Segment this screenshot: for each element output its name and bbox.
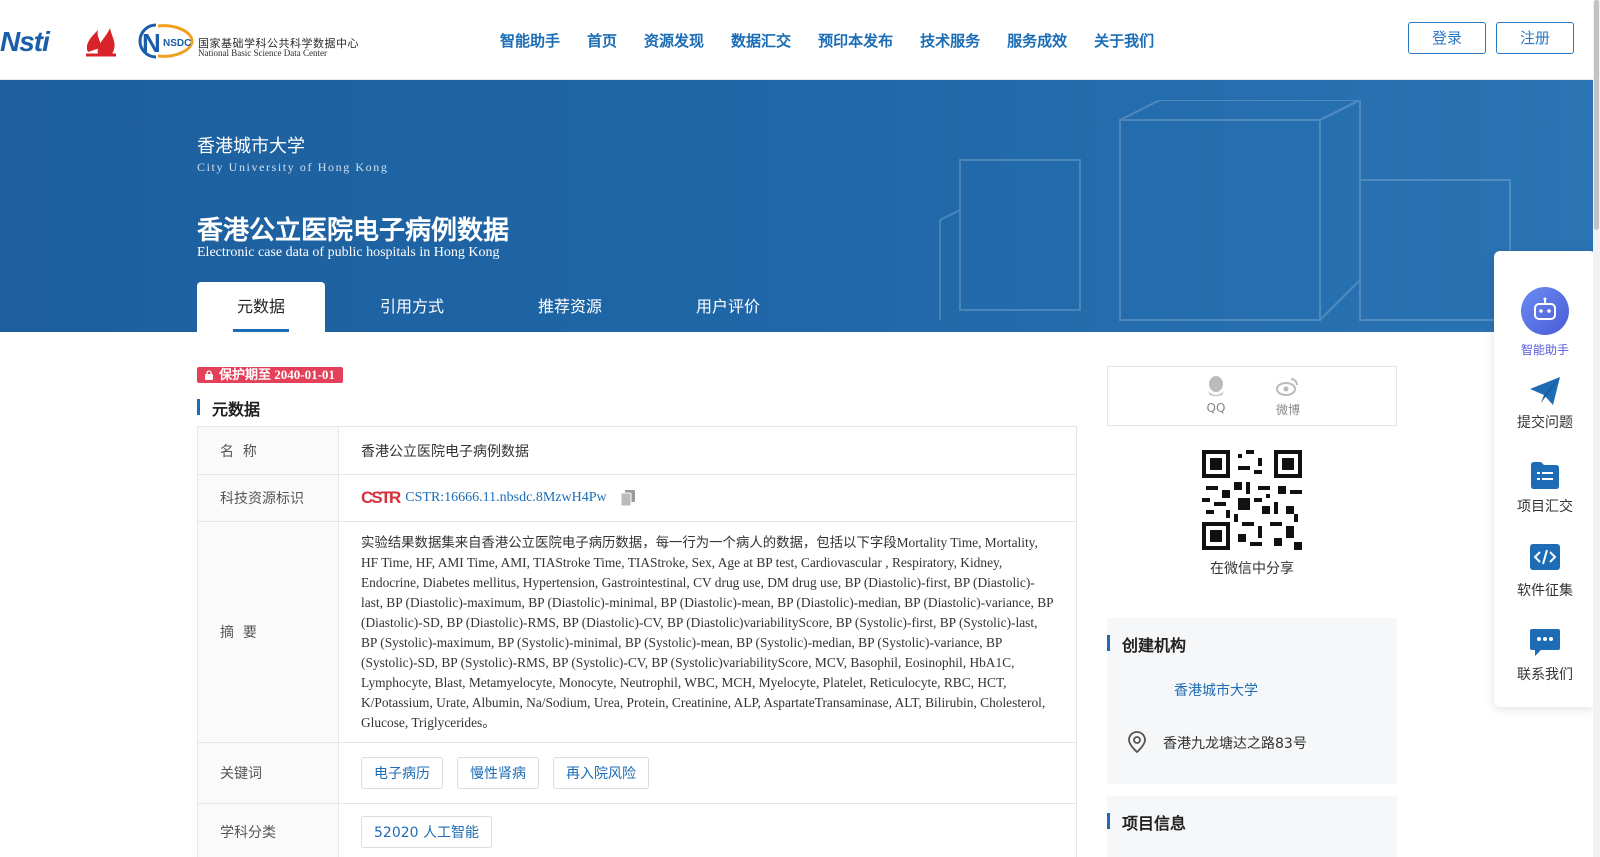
keywords-cell: 电子病历 慢性肾病 再入院风险 xyxy=(339,743,1076,803)
tab-citation[interactable]: 引用方式 xyxy=(325,282,491,332)
share-box: QQ 微博 xyxy=(1107,366,1397,426)
list-folder-icon xyxy=(1531,462,1559,489)
chat-bubble-icon xyxy=(1530,629,1560,656)
keyword-tag[interactable]: 慢性肾病 xyxy=(457,757,539,789)
banner-decoration-icon xyxy=(939,100,1511,321)
nav-tech-services[interactable]: 技术服务 xyxy=(920,30,980,51)
dataset-title: 香港公立医院电子病例数据 xyxy=(197,216,510,246)
side-project-submission[interactable]: 项目汇交 xyxy=(1494,460,1596,516)
table-row: 学科分类 52020 人工智能 xyxy=(198,804,1076,857)
project-submission-label: 项目汇交 xyxy=(1517,499,1573,515)
floating-side-panel: 智能助手 提交问题 项目汇交 软件征集 联系我们 xyxy=(1494,251,1596,707)
nav-preprint[interactable]: 预印本发布 xyxy=(818,30,893,51)
keyword-tag[interactable]: 电子病历 xyxy=(361,757,443,789)
detail-tabs: 元数据 引用方式 推荐资源 用户评价 xyxy=(197,282,807,332)
site-header: Nsti N NSDC 国家基础学科公共科学数据中心 National Basi… xyxy=(0,0,1600,80)
subject-tag[interactable]: 52020 人工智能 xyxy=(361,816,492,848)
creator-address: 香港九龙塘达之路83号 xyxy=(1163,736,1307,752)
qq-label: QQ xyxy=(1206,401,1226,415)
nsdc-emblem-icon: N NSDC xyxy=(138,23,194,59)
side-software-collection[interactable]: 软件征集 xyxy=(1494,544,1596,600)
flame-logo-icon[interactable] xyxy=(82,22,120,58)
identifier-label: 科技资源标识 xyxy=(198,475,339,521)
nav-service-results[interactable]: 服务成效 xyxy=(1007,30,1067,51)
cstr-logo-icon: CSTR xyxy=(361,488,401,507)
table-row: 名 称 香港公立医院电子病例数据 xyxy=(198,427,1076,475)
software-collection-label: 软件征集 xyxy=(1517,583,1573,599)
org-name-en: City University of Hong Kong xyxy=(197,160,389,174)
abstract-label: 摘 要 xyxy=(198,522,339,742)
nav-resource-discovery[interactable]: 资源发现 xyxy=(644,30,704,51)
qq-icon xyxy=(1208,376,1224,396)
subject-label: 学科分类 xyxy=(198,804,339,857)
nav-about-us[interactable]: 关于我们 xyxy=(1094,30,1154,51)
nsdc-en-name: National Basic Science Data Center xyxy=(198,48,327,58)
nsti-logo[interactable]: Nsti xyxy=(0,26,50,58)
name-label: 名 称 xyxy=(198,427,339,474)
wechat-share-caption: 在微信中分享 xyxy=(1210,561,1294,577)
tab-metadata[interactable]: 元数据 xyxy=(197,282,326,332)
contact-us-label: 联系我们 xyxy=(1517,667,1573,683)
tab-user-reviews[interactable]: 用户评价 xyxy=(649,282,807,332)
subject-cell: 52020 人工智能 xyxy=(339,804,1076,857)
nav-data-submission[interactable]: 数据汇交 xyxy=(731,30,791,51)
table-row: 关键词 电子病历 慢性肾病 再入院风险 xyxy=(198,743,1076,804)
submit-question-label: 提交问题 xyxy=(1517,415,1573,431)
ai-assistant-label: 智能助手 xyxy=(1520,343,1569,357)
weibo-icon xyxy=(1276,378,1298,396)
keyword-tag[interactable]: 再入院风险 xyxy=(553,757,649,789)
identifier-value: CSTR CSTR:16666.11.nbsdc.8MzwH4Pw xyxy=(339,475,1076,521)
protection-badge: 保护期至 2040-01-01 xyxy=(197,367,343,383)
keywords-label: 关键词 xyxy=(198,743,339,803)
creator-section-title: 创建机构 xyxy=(1107,632,1186,656)
main-nav: 智能助手 首页 资源发现 数据汇交 预印本发布 技术服务 服务成效 关于我们 xyxy=(500,30,1154,51)
side-contact-us[interactable]: 联系我们 xyxy=(1494,628,1596,684)
metadata-table: 名 称 香港公立医院电子病例数据 科技资源标识 CSTR CSTR:16666.… xyxy=(197,426,1077,857)
paper-plane-icon xyxy=(1530,377,1560,405)
code-icon xyxy=(1530,544,1560,570)
table-row: 摘 要 实验结果数据集来自香港公立医院电子病历数据，每一行为一个病人的数据，包括… xyxy=(198,522,1076,743)
tab-recommended[interactable]: 推荐资源 xyxy=(491,282,649,332)
name-value: 香港公立医院电子病例数据 xyxy=(361,443,529,460)
side-submit-question[interactable]: 提交问题 xyxy=(1494,376,1596,432)
dataset-subtitle: Electronic case data of public hospitals… xyxy=(197,245,500,260)
login-button[interactable]: 登录 xyxy=(1408,22,1486,54)
register-button[interactable]: 注册 xyxy=(1496,22,1574,54)
copy-icon[interactable] xyxy=(620,490,635,506)
cstr-link[interactable]: CSTR:16666.11.nbsdc.8MzwH4Pw xyxy=(405,490,606,506)
abstract-cell: 实验结果数据集来自香港公立医院电子病历数据，每一行为一个病人的数据，包括以下字段… xyxy=(339,522,1076,742)
dataset-banner: 香港城市大学 City University of Hong Kong 香港公立… xyxy=(0,80,1593,332)
table-row: 科技资源标识 CSTR CSTR:16666.11.nbsdc.8MzwH4Pw xyxy=(198,475,1076,522)
svg-text:N: N xyxy=(142,28,161,58)
nsdc-logo[interactable]: N NSDC 国家基础学科公共科学数据中心 National Basic Sci… xyxy=(136,22,359,60)
share-qq[interactable]: QQ xyxy=(1196,375,1236,415)
location-pin-icon xyxy=(1128,731,1146,753)
share-weibo[interactable]: 微博 xyxy=(1268,375,1308,418)
page-scrollbar[interactable] xyxy=(1593,0,1600,857)
lock-icon xyxy=(205,370,213,380)
creator-name-link[interactable]: 香港城市大学 xyxy=(1174,680,1258,700)
nav-ai-assistant[interactable]: 智能助手 xyxy=(500,30,560,51)
side-ai-assistant[interactable]: 智能助手 xyxy=(1494,287,1596,358)
protection-label: 保护期至 2040-01-01 xyxy=(219,367,335,382)
nav-home[interactable]: 首页 xyxy=(587,30,617,51)
org-name-cn[interactable]: 香港城市大学 xyxy=(197,132,305,158)
abstract-text: 实验结果数据集来自香港公立医院电子病历数据，每一行为一个病人的数据，包括以下字段… xyxy=(361,535,1054,730)
svg-text:NSDC: NSDC xyxy=(163,38,191,49)
project-panel: 项目信息 xyxy=(1107,796,1397,857)
weibo-label: 微博 xyxy=(1275,403,1300,417)
scrollbar-thumb[interactable] xyxy=(1594,0,1599,230)
wechat-qr-code xyxy=(1202,450,1302,550)
creator-panel: 创建机构 香港城市大学 香港九龙塘达之路83号 xyxy=(1107,618,1397,784)
metadata-section-title: 元数据 xyxy=(197,396,260,420)
project-section-title: 项目信息 xyxy=(1107,810,1186,834)
robot-icon xyxy=(1521,287,1569,335)
